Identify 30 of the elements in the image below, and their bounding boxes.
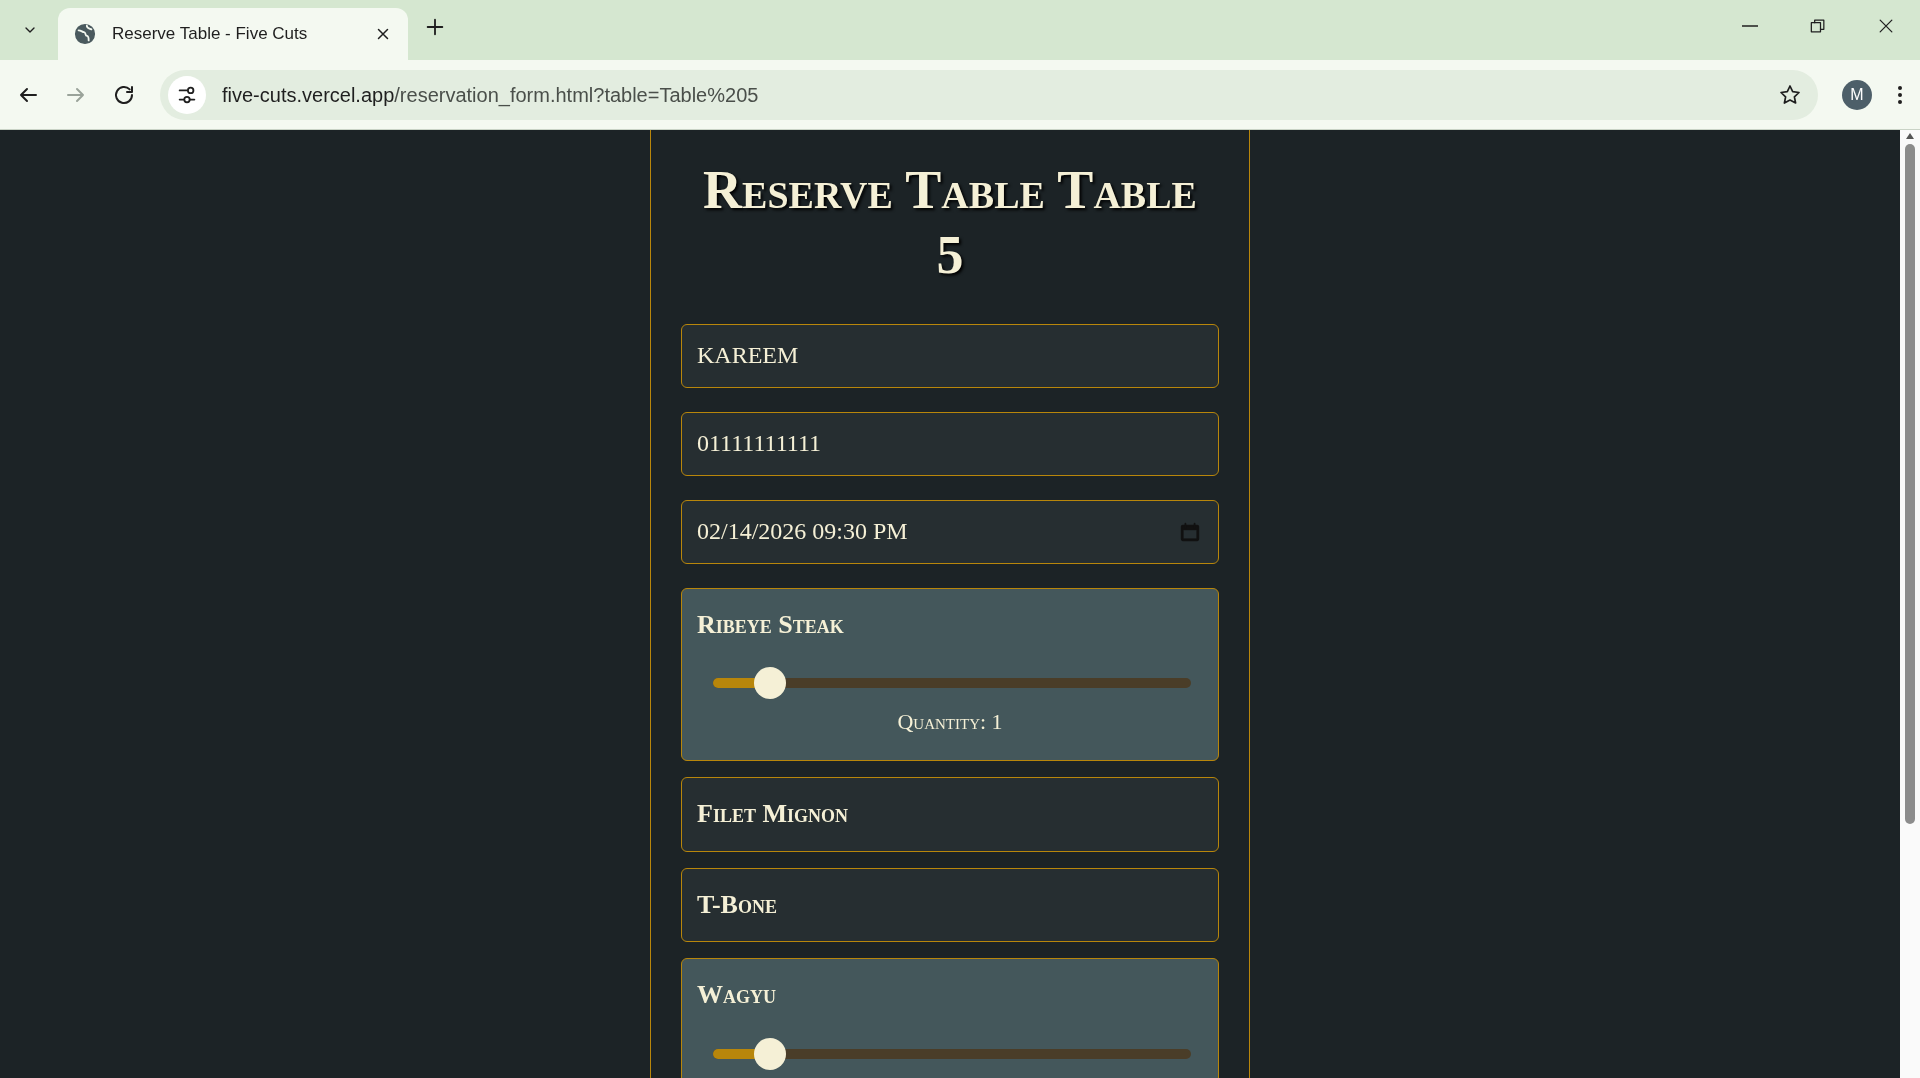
menu-item-card[interactable]: Filet Mignon xyxy=(681,777,1219,852)
item-name: Wagyu xyxy=(697,981,777,1010)
item-name: Filet Mignon xyxy=(697,800,849,829)
item-name: T-Bone xyxy=(697,890,778,920)
minimize-icon xyxy=(1742,25,1758,27)
bookmark-button[interactable] xyxy=(1778,82,1802,107)
quantity-slider[interactable] xyxy=(713,667,1191,700)
scrollbar[interactable] xyxy=(1900,130,1920,1078)
plus-icon xyxy=(424,16,446,38)
slider-thumb[interactable] xyxy=(754,667,787,700)
quantity-slider[interactable] xyxy=(713,1037,1191,1070)
datetime-field[interactable]: 02/14/2026 09:30 PM xyxy=(681,499,1219,564)
menu-item-card[interactable]: Ribeye Steak Quantity: 1 xyxy=(681,587,1219,762)
url-text: five-cuts.vercel.app/reservation_form.html?table=Table%205 xyxy=(222,82,760,109)
globe-icon xyxy=(74,23,96,45)
browser-tab[interactable]: Reserve Table - Five Cuts xyxy=(58,8,408,60)
star-icon xyxy=(1778,82,1802,107)
new-tab-button[interactable] xyxy=(424,16,446,38)
tab-title: Reserve Table - Five Cuts xyxy=(112,23,309,46)
phone-field[interactable]: 01111111111 xyxy=(681,411,1219,476)
item-name: Ribeye Steak xyxy=(697,610,845,640)
quantity-label: Quantity: 1 xyxy=(896,708,1004,737)
menu-item-card[interactable]: T-Bone xyxy=(681,867,1219,943)
profile-avatar[interactable]: M xyxy=(1842,79,1872,110)
form-title: Reserve Table Table 5 xyxy=(702,159,1198,287)
slider-thumb[interactable] xyxy=(754,1037,787,1070)
site-info-button[interactable] xyxy=(168,75,206,114)
menu-item-card[interactable]: Wagyu xyxy=(681,958,1219,1078)
name-field[interactable]: KAREEM xyxy=(681,323,1219,388)
address-bar[interactable]: five-cuts.vercel.app/reservation_form.html?table=Table%205 xyxy=(160,69,1818,120)
